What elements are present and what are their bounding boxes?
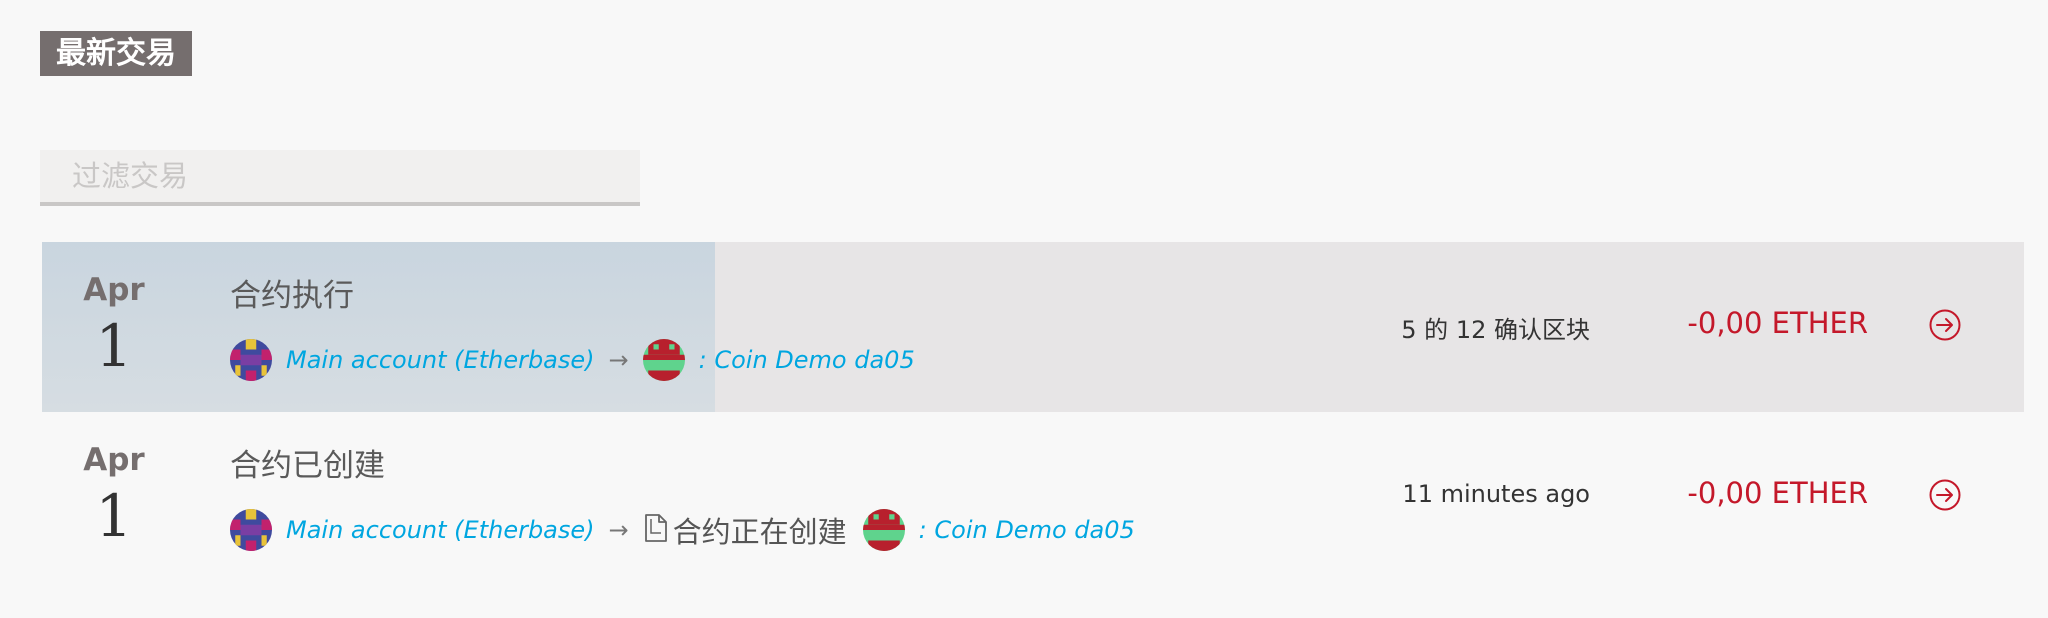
transaction-amount: -0,00 ETHER [1687, 476, 1868, 510]
confirmations-count: 5 [1401, 316, 1417, 344]
arrow-circle-right-icon[interactable] [1928, 478, 1962, 516]
to-contract-link[interactable]: : Coin Demo da05 [699, 346, 915, 374]
document-icon [643, 513, 669, 547]
transaction-parties: Main account (Etherbase) → : Coin Demo d… [230, 337, 915, 383]
filter-transactions-input[interactable] [40, 150, 640, 206]
date-day: 1 [95, 482, 133, 550]
transaction-time: 11 minutes ago [1402, 480, 1590, 508]
confirmations-suffix: 确认区块 [1486, 316, 1590, 344]
date-month: Apr [83, 272, 145, 308]
confirmations-total: 12 [1455, 316, 1487, 344]
arrow-right-icon: → [608, 516, 629, 544]
transaction-title: 合约已创建 [230, 448, 385, 484]
transaction-title: 合约执行 [230, 278, 354, 314]
date-day: 1 [95, 312, 133, 380]
contract-identicon [862, 509, 905, 551]
confirmations-status: 5 的 12 确认区块 [1401, 310, 1590, 345]
to-contract-link[interactable]: : Coin Demo da05 [919, 516, 1135, 544]
arrow-right-icon: → [608, 346, 629, 374]
page-title: 最新交易 [40, 31, 192, 76]
contract-creating-label: 合约正在创建 [672, 515, 847, 549]
transaction-row[interactable]: Apr 1 合约已创建 Main account (Etherbase) → 合… [42, 412, 2024, 582]
account-identicon [230, 339, 272, 381]
from-account-link[interactable]: Main account (Etherbase) [286, 346, 595, 374]
confirmations-of: 的 [1416, 316, 1456, 344]
transaction-amount: -0,00 ETHER [1687, 306, 1868, 340]
from-account-link[interactable]: Main account (Etherbase) [286, 516, 595, 544]
contract-identicon [642, 339, 685, 381]
date-month: Apr [83, 442, 145, 478]
transaction-parties: Main account (Etherbase) → 合约正在创建 : Coin… [230, 507, 1135, 553]
arrow-circle-right-icon[interactable] [1928, 308, 1962, 346]
account-identicon [230, 509, 272, 551]
transaction-row[interactable]: Apr 1 合约执行 Main account (Etherbase) →: … [42, 242, 2024, 412]
